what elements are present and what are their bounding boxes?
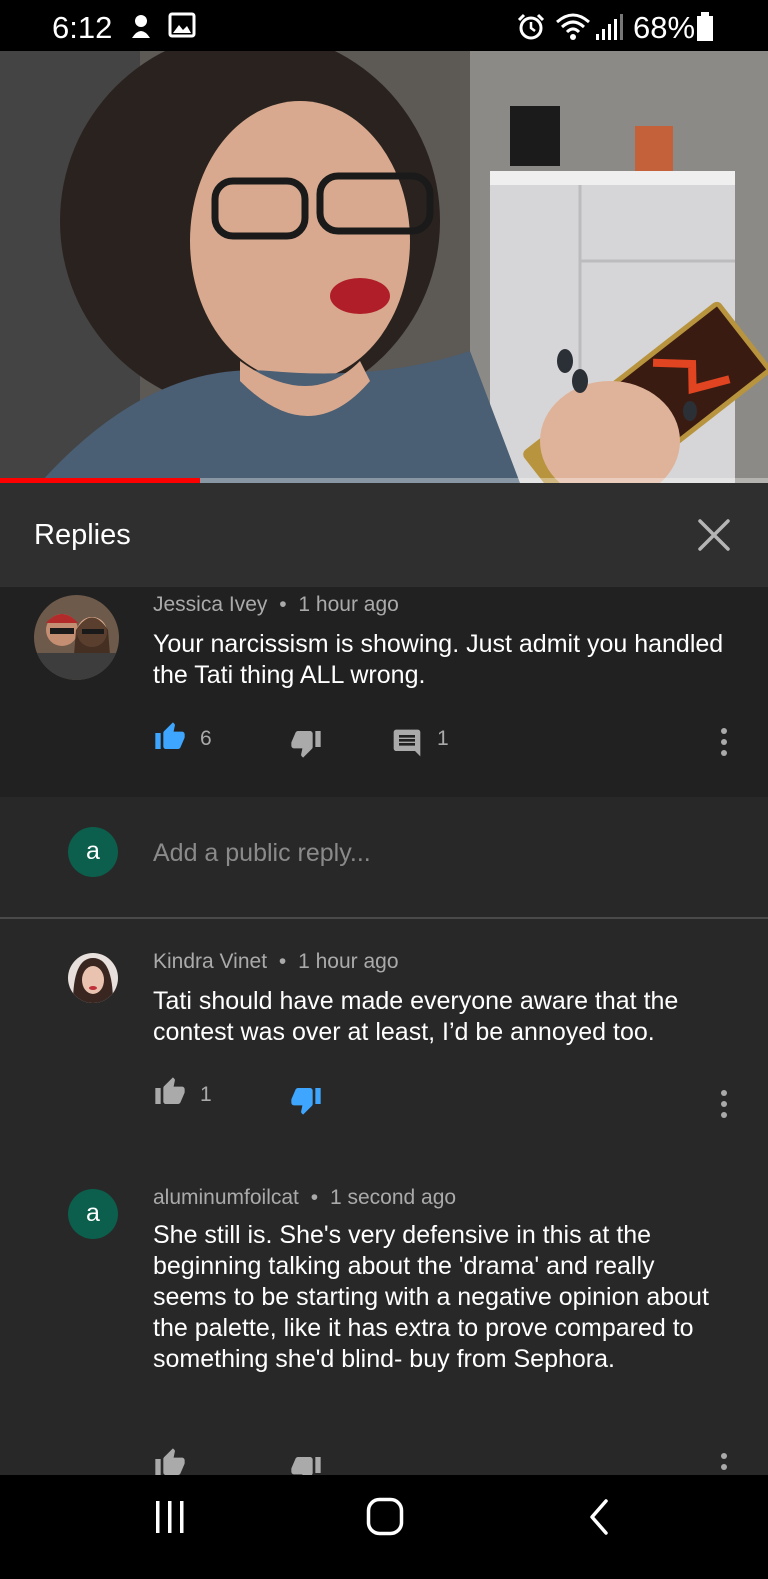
user-avatar[interactable]: a: [68, 1189, 118, 1239]
like-icon[interactable]: [153, 1447, 187, 1475]
parent-comment: Jessica Ivey • 1 hour ago Your narcissis…: [0, 587, 768, 797]
avatar-photo: [68, 953, 118, 1003]
like-count: 6: [200, 727, 212, 750]
system-nav-bar: [0, 1475, 768, 1579]
comment-author[interactable]: Jessica Ivey: [153, 593, 267, 616]
user-avatar: a: [68, 827, 118, 877]
panel-title: Replies: [34, 519, 131, 551]
alarm-icon: [517, 13, 545, 40]
recent-apps-icon[interactable]: [153, 1499, 187, 1535]
reply-icon[interactable]: [391, 727, 423, 759]
like-count: 1: [200, 1083, 212, 1106]
comment-text: She still is. She's very defensive in th…: [153, 1221, 709, 1373]
comment-meta: aluminumfoilcat • 1 second ago: [153, 1186, 456, 1210]
comment-author[interactable]: aluminumfoilcat: [153, 1186, 299, 1209]
battery-percent: 68%: [633, 10, 696, 45]
comment-meta: Jessica Ivey • 1 hour ago: [153, 593, 399, 617]
comment-meta: Kindra Vinet • 1 hour ago: [153, 950, 399, 974]
avatar[interactable]: [68, 953, 118, 1003]
reply-comment: a aluminumfoilcat • 1 second ago She sti…: [0, 1156, 768, 1475]
like-icon[interactable]: [153, 1076, 187, 1108]
comment-text: Tati should have made everyone aware tha…: [153, 987, 679, 1046]
dislike-icon[interactable]: [289, 1453, 323, 1475]
status-time: 6:12: [52, 10, 113, 45]
wifi-icon: [556, 13, 590, 40]
reply-input[interactable]: Add a public reply...: [153, 839, 371, 868]
home-icon[interactable]: [366, 1497, 404, 1537]
reply-comment: Kindra Vinet • 1 hour ago Tati should ha…: [0, 919, 768, 1156]
avatar-photo: [34, 595, 119, 680]
video-player[interactable]: [0, 51, 768, 483]
video-frame-image: [0, 51, 768, 483]
dislike-icon[interactable]: [289, 727, 323, 759]
comment-time: 1 second ago: [329, 1186, 457, 1209]
add-reply-box: a Add a public reply...: [0, 797, 768, 919]
comment-time: 1 hour ago: [298, 950, 399, 973]
meta-separator: •: [310, 1186, 319, 1209]
meta-separator: •: [279, 593, 287, 616]
status-bar: 6:12 68%: [0, 0, 768, 51]
comment-text: Your narcissism is showing. Just admit y…: [153, 630, 724, 689]
close-icon[interactable]: [697, 518, 731, 552]
more-options-icon[interactable]: [721, 1090, 727, 1123]
gallery-icon: [168, 12, 196, 38]
signal-icon: [596, 14, 623, 40]
silent-mode-icon: [132, 15, 150, 38]
like-icon[interactable]: [153, 721, 187, 753]
back-icon[interactable]: [586, 1497, 612, 1537]
more-options-icon[interactable]: [721, 728, 727, 761]
replies-header: Replies: [0, 483, 768, 587]
battery-icon: [697, 12, 713, 41]
dislike-icon[interactable]: [289, 1084, 323, 1116]
meta-separator: •: [278, 950, 287, 973]
more-options-icon[interactable]: [721, 1453, 727, 1475]
comment-time: 1 hour ago: [298, 593, 399, 616]
reply-count: 1: [437, 727, 449, 750]
comment-author[interactable]: Kindra Vinet: [153, 950, 267, 973]
avatar[interactable]: [34, 595, 119, 680]
